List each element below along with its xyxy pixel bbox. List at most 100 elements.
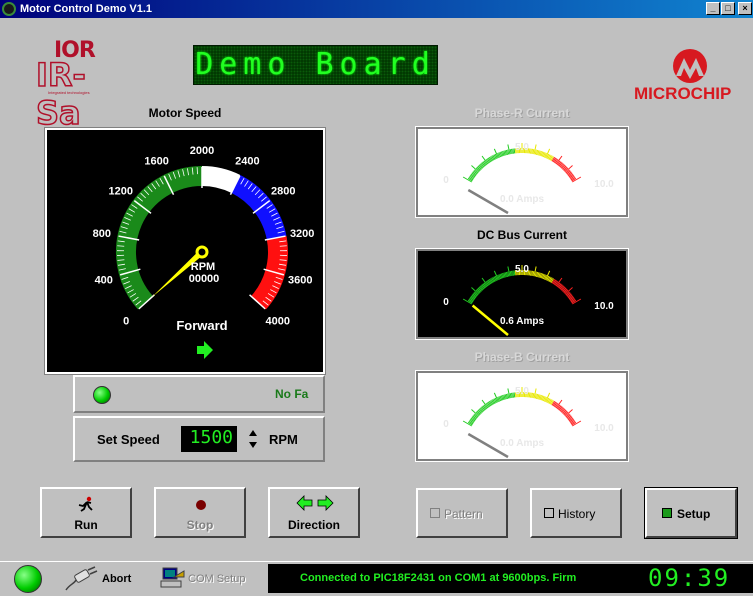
current-tick [532, 271, 535, 277]
fault-panel: No Fa [73, 375, 325, 413]
current-tick [509, 393, 512, 399]
current-tick [528, 148, 531, 154]
set-speed-label: Set Speed [97, 432, 160, 447]
speed-tick-label: 800 [93, 228, 111, 240]
title-bar[interactable]: Motor Control Demo V1.1 _ □ × [0, 0, 753, 18]
current-tick [512, 148, 515, 154]
speed-tick-label: 1600 [144, 156, 168, 168]
speed-tick-label: 3600 [288, 274, 312, 286]
connection-status-led [14, 565, 42, 593]
forward-arrow-icon [197, 341, 213, 359]
current-tick [511, 148, 513, 154]
direction-text: Forward [176, 318, 227, 333]
set-speed-unit: RPM [269, 432, 298, 447]
app-icon[interactable] [2, 2, 16, 16]
pattern-button[interactable]: Pattern [416, 488, 508, 538]
speed-tick-label: 4000 [266, 315, 290, 327]
phase-r-title: Phase-R Current [474, 106, 570, 120]
current-tick [509, 271, 512, 277]
dc-bus-gauge: 5.0 0 10.0 0.6 Amps [415, 248, 629, 340]
current-tick [511, 270, 513, 276]
microchip-wordmark: MICROCHIP [634, 84, 732, 103]
speed-tick-label: 3200 [290, 228, 314, 240]
speed-tick-label: 2000 [190, 145, 214, 157]
direction-arrows-icon [296, 495, 334, 511]
current-tick [512, 392, 515, 398]
phase-r-meter: 5.0 0 10.0 0.0 Amps [443, 142, 614, 215]
com-setup-icon [160, 567, 185, 588]
speed-spinner[interactable] [247, 427, 259, 451]
history-label: History [558, 507, 596, 521]
ior-tagline: Integrated technologies [48, 90, 90, 95]
gauge-max-label: 10.0 [594, 179, 614, 190]
minimize-button[interactable]: _ [706, 2, 720, 15]
direction-label: Direction [287, 518, 340, 532]
speed-tick-label: 1200 [109, 185, 133, 197]
current-tick [531, 392, 533, 398]
speed-tick-label: 400 [95, 274, 113, 286]
ior-logo: IOR IR-Sa Integrated technologies [35, 38, 126, 133]
speedometer-panel: 0 400 800 1200 1600 2000 2400 2800 3200 3600 4000 R… [44, 127, 326, 375]
gauge-mid-label: 5.0 [515, 264, 529, 275]
speed-tick [117, 245, 125, 247]
gauge-reading-label: 0.0 Amps [500, 194, 545, 205]
window-title: Motor Control Demo V1.1 [20, 3, 153, 15]
speed-unit-label: RPM [191, 261, 215, 273]
spin-down-icon[interactable] [249, 442, 257, 448]
clock-display: 09:39 [624, 564, 753, 593]
gauge-reading-label: 0.6 Amps [500, 316, 545, 327]
demo-board-banner: Demo Board [193, 45, 438, 85]
motor-speed-title: Motor Speed [148, 106, 222, 120]
setup-button[interactable]: Setup [644, 487, 738, 539]
direction-button[interactable]: Direction [268, 487, 360, 538]
dc-bus-title: DC Bus Current [476, 228, 567, 242]
stop-button[interactable]: Stop [154, 487, 246, 538]
current-tick [532, 393, 535, 399]
current-tick [509, 149, 512, 155]
current-tick [531, 148, 533, 154]
gauge-reading-label: 0.0 Amps [500, 438, 545, 449]
set-speed-panel: Set Speed 1500 RPM [73, 416, 325, 462]
speed-tick-label: 2400 [235, 156, 259, 168]
speed-tick [279, 245, 287, 247]
current-tick [529, 148, 532, 154]
set-speed-input[interactable]: 1500 [181, 426, 237, 452]
current-tick [511, 392, 513, 398]
gauge-mid-label: 5.0 [515, 142, 529, 153]
speed-band-arc [201, 166, 241, 194]
stop-icon [196, 500, 206, 510]
speed-tick-label: 0 [123, 315, 129, 327]
maximize-button[interactable]: □ [721, 2, 735, 15]
current-tick [528, 270, 531, 276]
pattern-label: Pattern [444, 507, 483, 521]
gauge-min-label: 0 [443, 297, 449, 308]
setup-label: Setup [677, 507, 711, 521]
phase-b-gauge: 5.0 0 10.0 0.0 Amps [415, 370, 629, 462]
current-tick [512, 270, 515, 276]
close-button[interactable]: × [738, 2, 752, 15]
current-tick [531, 270, 533, 276]
current-tick [529, 392, 532, 398]
phase-b-meter: 5.0 0 10.0 0.0 Amps [443, 386, 614, 459]
abort-plug-icon [65, 566, 98, 591]
history-button[interactable]: History [530, 488, 622, 538]
run-button[interactable]: Run [40, 487, 132, 538]
abort-button[interactable]: Abort [56, 563, 148, 594]
current-tick [532, 149, 535, 155]
gauge-min-label: 0 [443, 419, 449, 430]
spin-up-icon[interactable] [249, 430, 257, 436]
history-indicator-icon [544, 508, 554, 518]
fault-status-text: No Fa [275, 387, 309, 401]
stop-label: Stop [186, 518, 214, 532]
com-setup-button[interactable]: COM Setup [158, 563, 266, 594]
speed-readout: 00000 [189, 273, 220, 285]
current-tick [528, 392, 531, 398]
pattern-indicator-icon [430, 508, 440, 518]
com-setup-label: COM Setup [188, 573, 246, 585]
gauge-max-label: 10.0 [594, 301, 614, 312]
microchip-emblem-icon [673, 49, 707, 83]
dc-bus-meter: 5.0 0 10.0 0.6 Amps [443, 264, 614, 336]
needle-hub-icon [195, 245, 209, 259]
microchip-logo: MICROCHIP [630, 48, 753, 108]
gauge-mid-label: 5.0 [515, 386, 529, 397]
